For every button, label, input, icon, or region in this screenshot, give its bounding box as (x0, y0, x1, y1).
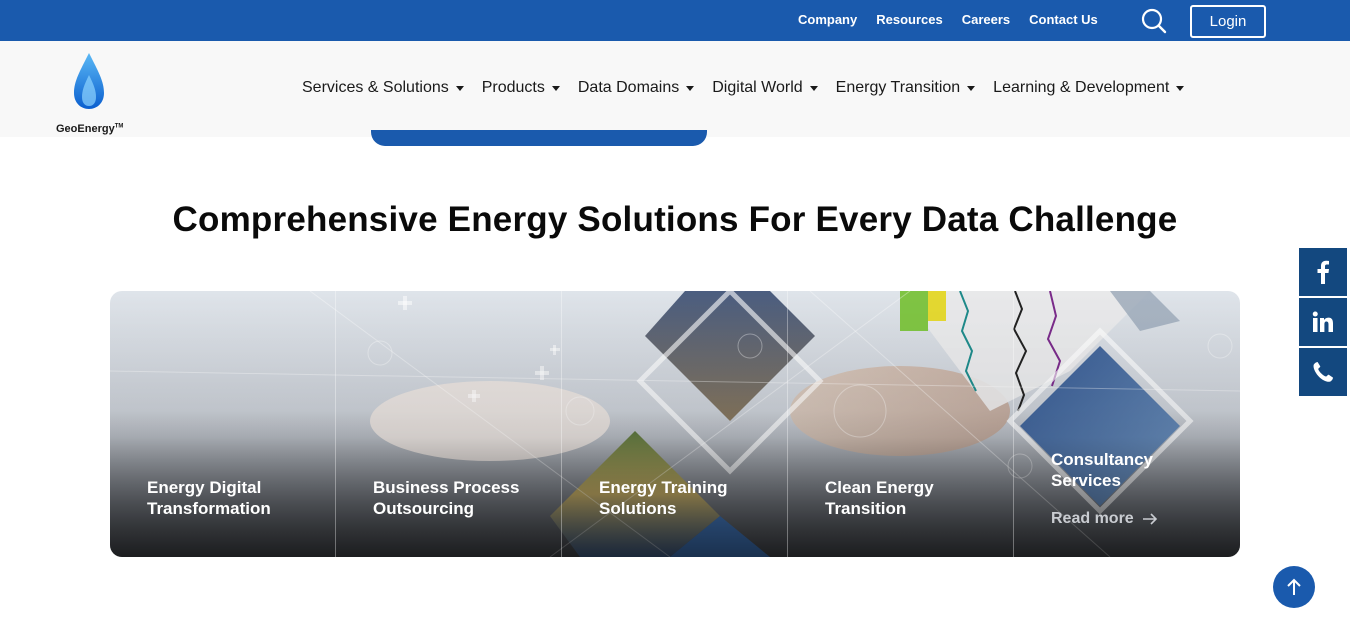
caret-down-icon (455, 85, 464, 91)
nav-menu: Services & Solutions Products Data Domai… (302, 79, 1185, 97)
nav-item-learning-development[interactable]: Learning & Development (993, 79, 1185, 97)
link-resources[interactable]: Resources (876, 12, 942, 27)
arrow-up-icon (1287, 578, 1301, 595)
nav-item-digital-world[interactable]: Digital World (712, 79, 818, 97)
caret-down-icon (1176, 85, 1185, 91)
utility-bar: Company Resources Careers Contact Us Log… (0, 0, 1350, 41)
link-company[interactable]: Company (798, 12, 857, 27)
card-consultancy-services[interactable]: Consultancy Services Read more (1014, 291, 1240, 557)
card-business-process-outsourcing[interactable]: Business Process Outsourcing (336, 291, 562, 557)
nav-item-energy-transition[interactable]: Energy Transition (836, 79, 976, 97)
card-energy-digital-transformation[interactable]: Energy Digital Transformation (110, 291, 336, 557)
link-contact-us[interactable]: Contact Us (1029, 12, 1098, 27)
card-title: Consultancy Services (1051, 450, 1154, 490)
link-careers[interactable]: Careers (962, 12, 1010, 27)
solutions-panel: Energy Digital Transformation Business P… (110, 291, 1240, 557)
arrow-right-icon (1142, 513, 1157, 525)
nav-item-data-domains[interactable]: Data Domains (578, 79, 695, 97)
nav-item-services-solutions[interactable]: Services & Solutions (302, 79, 464, 97)
card-title: Clean Energy Transition (825, 478, 934, 518)
phone-icon[interactable] (1299, 348, 1347, 396)
scroll-top-button[interactable] (1273, 566, 1315, 608)
geoenergy-logo[interactable]: GeoEnergyTM (54, 51, 128, 135)
read-more-link[interactable]: Read more (1051, 510, 1158, 528)
card-title: Energy Training Solutions (599, 478, 728, 518)
flame-logo-icon (74, 53, 104, 109)
card-energy-training-solutions[interactable]: Energy Training Solutions (562, 291, 788, 557)
brand-name: GeoEnergyTM (56, 123, 124, 135)
login-button[interactable]: Login (1190, 5, 1266, 38)
facebook-icon[interactable] (1299, 248, 1347, 296)
caret-down-icon (551, 85, 560, 91)
caret-down-icon (686, 85, 695, 91)
section-heading: Comprehensive Energy Solutions For Every… (172, 200, 1178, 239)
utility-links: Company Resources Careers Contact Us (798, 12, 1098, 27)
read-more-label: Read more (1051, 510, 1134, 527)
hero-bottom-accent (371, 130, 707, 146)
search-icon[interactable] (1141, 8, 1167, 34)
card-title: Business Process Outsourcing (373, 478, 520, 518)
linkedin-icon[interactable] (1299, 298, 1347, 346)
caret-down-icon (809, 85, 818, 91)
card-title: Energy Digital Transformation (147, 478, 271, 518)
caret-down-icon (967, 85, 976, 91)
main-nav: GeoEnergyTM Services & Solutions Product… (0, 41, 1350, 137)
card-clean-energy-transition[interactable]: Clean Energy Transition (788, 291, 1014, 557)
nav-item-products[interactable]: Products (482, 79, 560, 97)
